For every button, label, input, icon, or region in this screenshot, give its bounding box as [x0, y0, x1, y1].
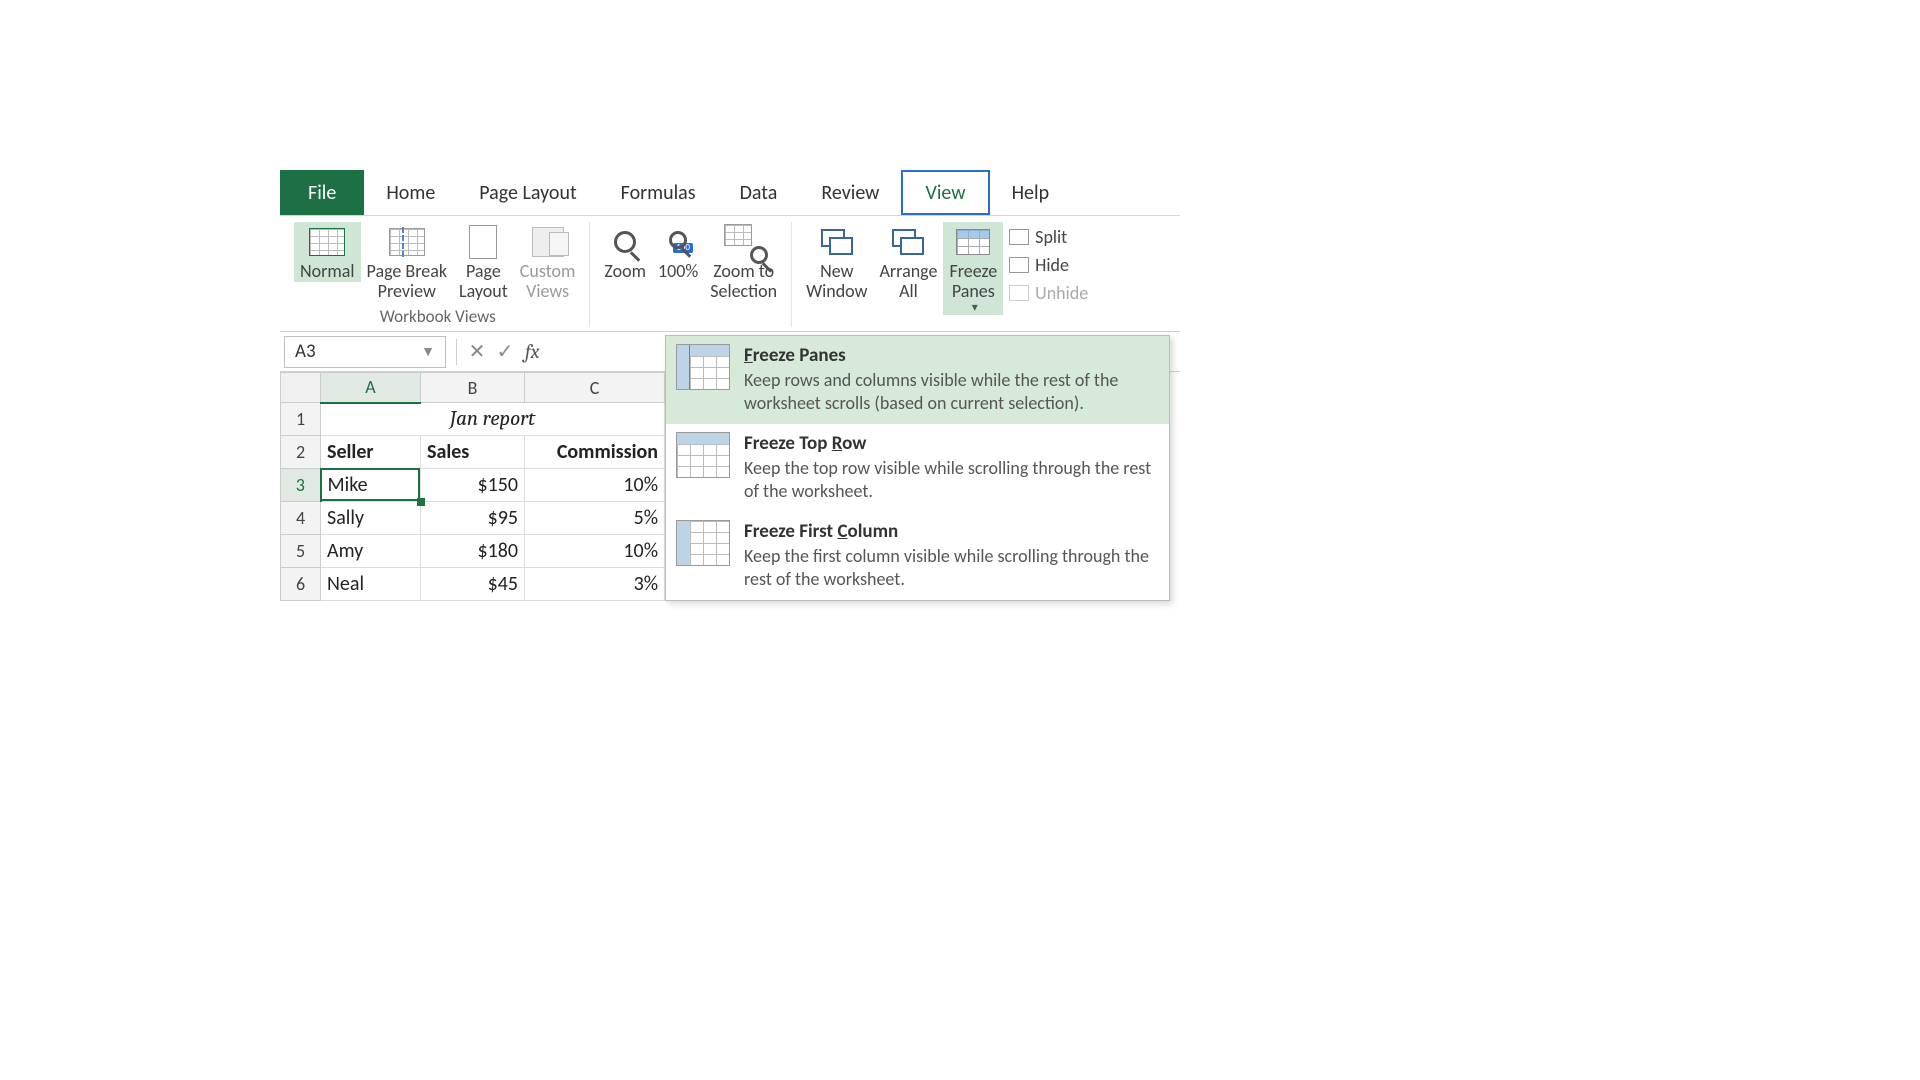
label: Page Break Preview — [367, 262, 447, 302]
freeze-top-row-icon — [676, 432, 730, 478]
grid: A B C 1 Jan report 2 Seller Sales Commis… — [280, 372, 665, 601]
menu-item-title: Freeze Top Row — [744, 432, 1155, 455]
label: Freeze Panes — [949, 262, 997, 302]
freeze-panes-icon — [953, 224, 993, 260]
chevron-down-icon: ▼ — [421, 343, 435, 360]
label: New Window — [806, 262, 867, 302]
split-icon — [1009, 229, 1029, 245]
select-all-corner[interactable] — [281, 373, 321, 403]
label: Zoom — [604, 262, 646, 282]
col-header-A[interactable]: A — [321, 373, 421, 403]
zoom-button[interactable]: Zoom — [598, 222, 652, 282]
freeze-panes-option-icon — [676, 344, 730, 390]
tab-review[interactable]: Review — [799, 170, 901, 215]
group-zoom: Zoom 100 100% Zoom to Selection — [590, 222, 792, 327]
magnifier-icon — [605, 224, 645, 260]
unhide-icon — [1009, 285, 1029, 301]
cell-A5[interactable]: Amy — [321, 535, 421, 568]
new-window-button[interactable]: New Window — [800, 222, 873, 302]
menu-item-freeze-panes[interactable]: Freeze Panes Keep rows and columns visib… — [666, 336, 1169, 424]
custom-views-button[interactable]: Custom Views — [514, 222, 582, 302]
window-small-buttons: Split Hide Unhide — [1003, 222, 1094, 308]
group-window: New Window Arrange All Freeze Panes Spli… — [792, 222, 1102, 327]
header-sales[interactable]: Sales — [421, 436, 525, 469]
cell-B3[interactable]: $150 — [421, 469, 525, 502]
row-header-4[interactable]: 4 — [281, 502, 321, 535]
col-header-B[interactable]: B — [421, 373, 525, 403]
cell-C3[interactable]: 10% — [525, 469, 665, 502]
annotation-arrow — [820, 550, 930, 552]
name-box-value: A3 — [295, 340, 316, 363]
unhide-button[interactable]: Unhide — [1009, 282, 1088, 304]
arrange-all-button[interactable]: Arrange All — [873, 222, 943, 302]
cell-A6[interactable]: Neal — [321, 568, 421, 601]
page-layout-button[interactable]: Page Layout — [453, 222, 514, 302]
col-header-C[interactable]: C — [525, 373, 665, 403]
ribbon-tabs: File Home Page Layout Formulas Data Revi… — [280, 170, 1180, 216]
cell-B5[interactable]: $180 — [421, 535, 525, 568]
ribbon: Normal Page Break Preview Page Layout Cu… — [280, 216, 1180, 332]
tab-formulas[interactable]: Formulas — [599, 170, 718, 215]
cell-C4[interactable]: 5% — [525, 502, 665, 535]
zoom-100-button[interactable]: 100 100% — [652, 222, 704, 282]
label: Page Layout — [459, 262, 508, 302]
freeze-first-column-icon — [676, 520, 730, 566]
split-button[interactable]: Split — [1009, 226, 1088, 248]
menu-item-freeze-first-column[interactable]: Freeze First Column Keep the first colum… — [666, 512, 1169, 600]
tab-view[interactable]: View — [901, 170, 989, 215]
menu-item-title: Freeze First Column — [744, 520, 1155, 543]
freeze-panes-button[interactable]: Freeze Panes — [943, 222, 1003, 315]
header-seller[interactable]: Seller — [321, 436, 421, 469]
tab-help[interactable]: Help — [990, 170, 1072, 215]
cell-B6[interactable]: $45 — [421, 568, 525, 601]
group-workbook-views: Normal Page Break Preview Page Layout Cu… — [286, 222, 590, 327]
tab-file[interactable]: File — [280, 170, 364, 215]
enter-formula-button[interactable]: ✓ — [491, 339, 519, 364]
zoom-100-icon: 100 — [658, 224, 698, 260]
cell-B4[interactable]: $95 — [421, 502, 525, 535]
grid-icon — [307, 224, 347, 260]
menu-item-desc: Keep the first column visible while scro… — [744, 545, 1155, 590]
menu-item-desc: Keep the top row visible while scrolling… — [744, 457, 1155, 502]
custom-views-icon — [528, 224, 568, 260]
row-header-6[interactable]: 6 — [281, 568, 321, 601]
hide-button[interactable]: Hide — [1009, 254, 1088, 276]
page-break-icon — [387, 224, 427, 260]
label: 100% — [658, 262, 698, 282]
label: Normal — [300, 262, 355, 282]
title-cell[interactable]: Jan report — [321, 403, 665, 436]
zoom-to-selection-button[interactable]: Zoom to Selection — [704, 222, 783, 302]
header-commission[interactable]: Commission — [525, 436, 665, 469]
row-header-3[interactable]: 3 — [281, 469, 321, 502]
label: Arrange All — [879, 262, 937, 302]
label: Custom Views — [520, 262, 576, 302]
row-header-1[interactable]: 1 — [281, 403, 321, 436]
freeze-panes-dropdown: Freeze Panes Keep rows and columns visib… — [665, 335, 1170, 601]
cancel-formula-button[interactable]: ✕ — [463, 339, 491, 364]
tab-data[interactable]: Data — [718, 170, 800, 215]
menu-item-title: Freeze Panes — [744, 344, 1155, 367]
new-window-icon — [817, 224, 857, 260]
cell-A4[interactable]: Sally — [321, 502, 421, 535]
page-break-preview-button[interactable]: Page Break Preview — [361, 222, 453, 302]
arrange-all-icon — [888, 224, 928, 260]
zoom-selection-icon — [724, 224, 764, 260]
fx-icon[interactable]: fx — [525, 340, 540, 363]
page-icon — [463, 224, 503, 260]
row-header-5[interactable]: 5 — [281, 535, 321, 568]
cell-A3[interactable]: Mike — [321, 469, 421, 502]
menu-item-freeze-top-row[interactable]: Freeze Top Row Keep the top row visible … — [666, 424, 1169, 512]
row-header-2[interactable]: 2 — [281, 436, 321, 469]
menu-item-desc: Keep rows and columns visible while the … — [744, 369, 1155, 414]
group-label: Workbook Views — [380, 306, 496, 327]
cell-C5[interactable]: 10% — [525, 535, 665, 568]
hide-icon — [1009, 257, 1029, 273]
normal-view-button[interactable]: Normal — [294, 222, 361, 282]
cell-C6[interactable]: 3% — [525, 568, 665, 601]
name-box[interactable]: A3 ▼ — [284, 336, 446, 368]
fill-handle[interactable] — [417, 498, 425, 506]
tab-home[interactable]: Home — [364, 170, 457, 215]
tab-page-layout[interactable]: Page Layout — [457, 170, 598, 215]
